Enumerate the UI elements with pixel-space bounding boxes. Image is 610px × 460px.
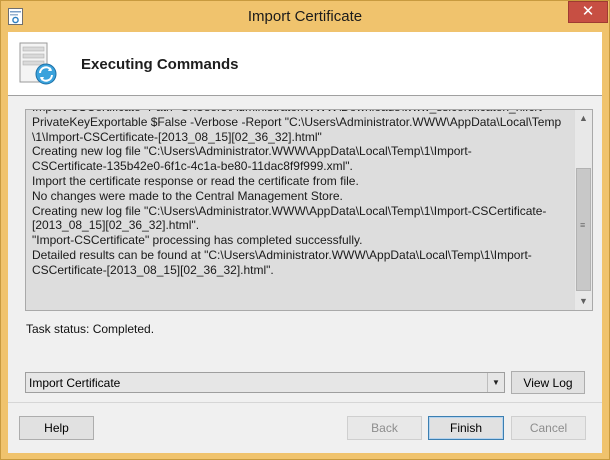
finish-button[interactable]: Finish [428,416,504,440]
wizard-header: Executing Commands [8,32,602,95]
log-selector-dropdown[interactable]: Import Certificate ▼ [25,372,505,393]
window-title: Import Certificate [247,8,363,25]
header-divider [8,95,602,96]
log-scrollbar[interactable]: ▲ ≡ ▼ [574,110,592,310]
dialog-body: Executing Commands Import-CSCertificate … [8,32,602,453]
chevron-up-icon[interactable]: ▲ [575,110,592,127]
task-status-label: Task status: Completed. [26,322,155,336]
page-title: Executing Commands [81,56,239,73]
import-certificate-window: Import Certificate ✕ Executing Commands … [0,0,610,460]
log-selector-value: Import Certificate [29,376,121,390]
back-button[interactable]: Back [347,416,422,440]
view-log-button[interactable]: View Log [511,371,585,394]
chevron-down-icon[interactable]: ▼ [575,293,592,310]
command-log-text: Import-CSCertificate -Path "C:\Users\Adm… [32,110,562,277]
help-button[interactable]: Help [19,416,94,440]
close-icon: ✕ [581,3,595,20]
chevron-down-icon[interactable]: ▼ [487,373,504,392]
title-bar[interactable]: Import Certificate ✕ [1,1,609,32]
close-button[interactable]: ✕ [568,1,608,23]
scrollbar-thumb[interactable]: ≡ [576,168,591,291]
server-sync-icon [19,42,57,85]
cancel-button[interactable]: Cancel [511,416,586,440]
grip-icon: ≡ [580,220,586,230]
command-log-textbox[interactable]: Import-CSCertificate -Path "C:\Users\Adm… [25,109,593,311]
footer-divider [8,402,602,403]
